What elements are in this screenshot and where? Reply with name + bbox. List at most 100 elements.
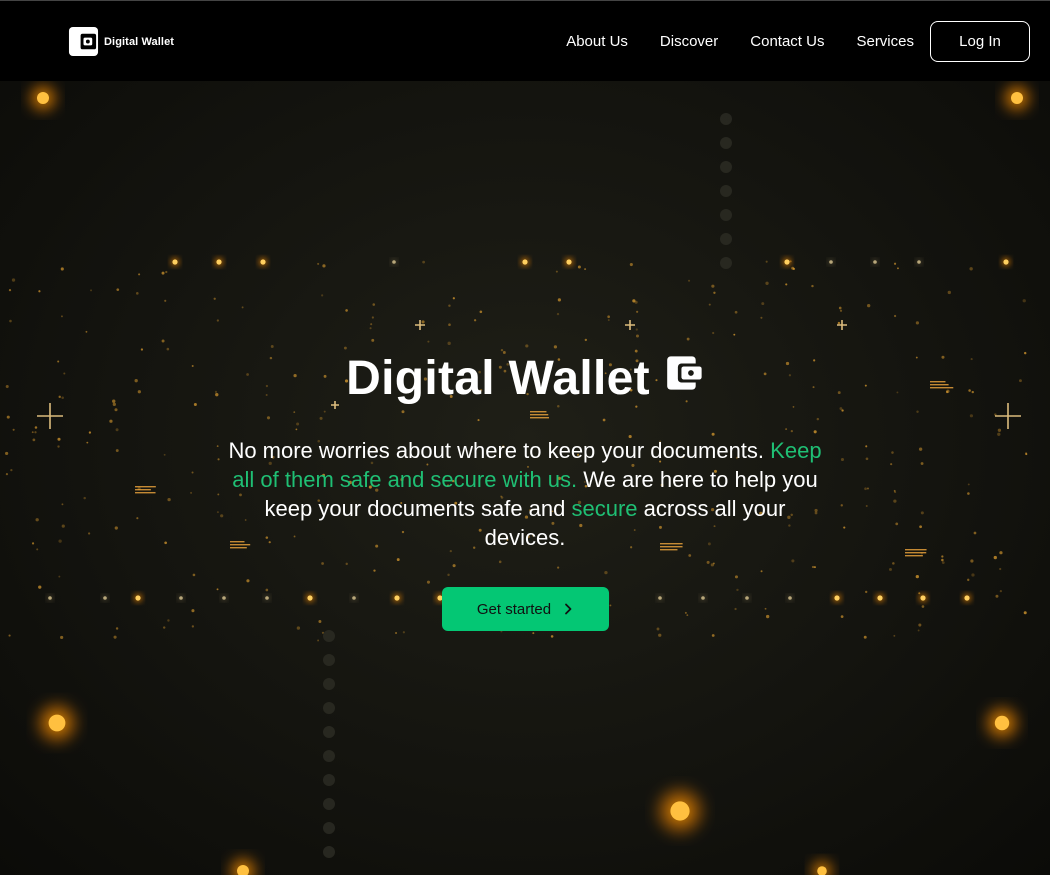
- login-button[interactable]: Log In: [930, 21, 1030, 62]
- bg-decoration: [427, 340, 430, 343]
- nav-contact-us[interactable]: Contact Us: [750, 33, 824, 50]
- bg-decoration: [522, 259, 528, 265]
- bg-decoration: [216, 259, 222, 265]
- bg-decoration: [8, 289, 12, 292]
- bg-decoration: [323, 798, 335, 810]
- bg-decoration: [532, 632, 535, 635]
- bg-decoration: [164, 299, 167, 302]
- bg-decoration: [11, 278, 16, 282]
- bg-decoration: [556, 312, 560, 316]
- bg-decoration: [867, 303, 871, 308]
- bg-decoration: [161, 339, 165, 343]
- bg-decoration: [447, 341, 451, 346]
- bg-decoration: [688, 279, 691, 282]
- bg-decoration: [216, 319, 220, 322]
- nav-services[interactable]: Services: [856, 33, 914, 50]
- bg-decoration: [422, 260, 426, 264]
- bg-decoration: [317, 262, 320, 265]
- bg-decoration: [525, 344, 529, 348]
- bg-decoration: [829, 260, 833, 264]
- bg-decoration: [161, 271, 165, 275]
- bg-decoration: [1011, 92, 1023, 104]
- bg-decoration: [317, 639, 320, 642]
- bg-decoration: [38, 290, 41, 293]
- nav-discover[interactable]: Discover: [660, 33, 718, 50]
- bg-decoration: [760, 316, 763, 319]
- bg-decoration: [873, 260, 877, 264]
- bg-decoration: [555, 270, 558, 273]
- bg-decoration: [48, 714, 66, 732]
- bg-decoration: [166, 347, 170, 351]
- bg-decoration: [60, 267, 64, 271]
- bg-decoration: [448, 323, 451, 327]
- bg-decoration: [625, 320, 635, 330]
- bg-decoration: [323, 654, 335, 666]
- bg-decoration: [550, 635, 554, 638]
- bg-decoration: [371, 338, 375, 342]
- bg-decoration: [8, 634, 11, 637]
- bg-decoration: [241, 306, 244, 309]
- bg-decoration: [584, 268, 587, 271]
- bg-decoration: [915, 321, 920, 325]
- hero-text-accent-2: secure: [571, 496, 638, 521]
- bg-decoration: [994, 715, 1010, 731]
- bg-decoration: [323, 702, 335, 714]
- bg-decoration: [165, 270, 168, 274]
- bg-decoration: [323, 822, 335, 834]
- bg-decoration: [720, 137, 732, 149]
- bg-decoration: [711, 634, 715, 637]
- bg-decoration: [323, 630, 335, 642]
- bg-decoration: [837, 321, 841, 325]
- bg-decoration: [629, 262, 633, 267]
- bg-decoration: [792, 267, 796, 271]
- bg-decoration: [1022, 299, 1026, 303]
- bg-decoration: [636, 310, 639, 313]
- bg-decoration: [448, 304, 451, 307]
- bg-decoration: [761, 302, 765, 306]
- nav-about-us[interactable]: About Us: [566, 33, 628, 50]
- bg-decoration: [113, 635, 117, 639]
- wallet-icon: [68, 26, 99, 57]
- hero-description: No more worries about where to keep your…: [225, 436, 825, 552]
- bg-decoration: [172, 259, 178, 265]
- bg-decoration: [839, 309, 843, 312]
- bg-decoration: [720, 233, 732, 245]
- navbar: Digital Wallet About Us Discover Contact…: [0, 0, 1050, 81]
- bg-decoration: [371, 316, 374, 319]
- chevron-right-icon: [565, 603, 572, 615]
- bg-decoration: [213, 297, 216, 300]
- bg-decoration: [838, 306, 842, 310]
- bg-decoration: [270, 344, 274, 348]
- get-started-button[interactable]: Get started: [441, 587, 609, 631]
- bg-decoration: [566, 259, 572, 265]
- bg-decoration: [321, 294, 324, 297]
- bg-decoration: [917, 260, 921, 264]
- bg-decoration: [402, 631, 405, 634]
- bg-decoration: [720, 185, 732, 197]
- bg-decoration: [765, 260, 768, 263]
- hero: Digital Wallet No more worries about whe…: [0, 81, 1050, 875]
- bg-decoration: [61, 315, 63, 318]
- bg-decoration: [635, 334, 639, 338]
- bg-decoration: [712, 331, 715, 335]
- bg-decoration: [811, 284, 814, 288]
- bg-decoration: [720, 113, 732, 125]
- bg-decoration: [260, 259, 266, 265]
- hero-title-row: Digital Wallet: [0, 351, 1050, 406]
- bg-decoration: [138, 273, 141, 276]
- bg-decoration: [893, 314, 897, 318]
- hero-title: Digital Wallet: [346, 352, 650, 405]
- bg-decoration: [897, 267, 899, 270]
- bg-decoration: [395, 632, 398, 635]
- page: Digital Wallet About Us Discover Contact…: [0, 0, 1050, 875]
- bg-decoration: [713, 291, 716, 294]
- bg-decoration: [37, 92, 49, 104]
- bg-decoration: [136, 292, 139, 295]
- bg-decoration: [720, 209, 732, 221]
- bg-decoration: [1003, 259, 1009, 265]
- logo-link[interactable]: Digital Wallet: [68, 26, 174, 57]
- bg-decoration: [969, 267, 973, 271]
- bg-decoration: [686, 337, 690, 341]
- bg-decoration: [658, 633, 662, 637]
- nav-links: About Us Discover Contact Us Services Lo…: [566, 1, 1030, 82]
